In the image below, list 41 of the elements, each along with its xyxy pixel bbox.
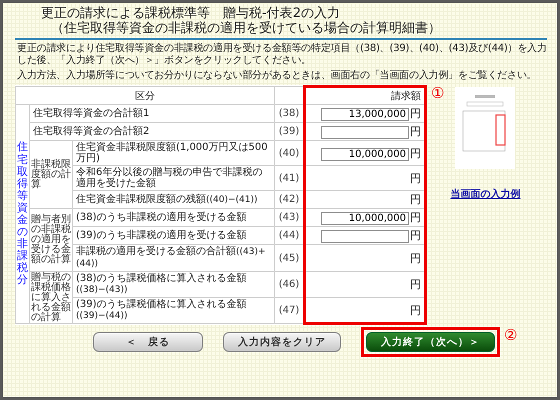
instruction-text: 更正の請求により住宅取得等資金の非課税の適用を受ける金額等の特定項目（(38)、(39)、(40)、(43)及び(44)）を入力した後、「入力終了（次へ）＞」ボタンをクリックしてください。 — [16, 43, 547, 67]
unit-label: 円 — [410, 211, 421, 224]
unit-label: 円 — [410, 229, 421, 242]
amount-field[interactable] — [321, 126, 409, 139]
row-label: 住宅取得等資金の合計額2 — [30, 122, 274, 140]
amount-field[interactable] — [321, 230, 409, 243]
row-label: 住宅取得等資金の合計額1 — [30, 104, 274, 122]
unit-label: 円 — [410, 146, 421, 160]
row-label: 令和6年分以後の贈与税の申告で非課税の適用を受けた金額 — [72, 166, 274, 190]
row-label: (38)のうち課税価格に算入される金額 ((38)−(43)) — [72, 272, 274, 298]
group-label: 非課税限度額の計算 — [30, 140, 72, 208]
amount-field[interactable]: 13,000,000 — [321, 108, 409, 121]
group-label: 贈与者別の非課税の適用を受ける金額の計算 — [30, 208, 72, 272]
clear-button[interactable]: 入力内容をクリア — [223, 332, 341, 352]
instruction-text: 入力方法、入力場所等についてお分かりにならない部分があるときは、画面右の「当画面の入力例」をご覧ください。 — [16, 70, 538, 82]
unit-label: 円 — [410, 107, 421, 120]
unit-label: 円 — [410, 193, 421, 206]
row-label: (39)のうち非課税の適用を受ける金額 — [72, 226, 274, 244]
example-link[interactable]: 当画面の入力例 — [450, 187, 520, 201]
unit-label: 円 — [410, 252, 421, 264]
amount-field[interactable]: 10,000,000 — [321, 148, 409, 160]
row-label: (39)のうち課税価格に算入される金額 ((39)−(44)) — [72, 298, 274, 324]
page-title: （住宅取得等資金の非課税の適用を受けている場合の計算明細書） — [50, 21, 442, 36]
amount-field[interactable]: 10,000,000 — [321, 212, 409, 225]
row-label: 非課税の適用を受ける金額の合計額((43)+(44)) — [72, 244, 274, 272]
callout-number: ② — [504, 327, 518, 343]
callout-number: ① — [431, 85, 444, 104]
row-label: (38)のうち非課税の適用を受ける金額 — [72, 208, 274, 226]
group-label: 贈与税の課税価格に算入される金額の計算 — [30, 272, 72, 324]
page-title: 更正の請求による課税標準等 贈与税-付表2の入力 — [41, 6, 341, 21]
column-header: 請求額 — [304, 86, 426, 104]
row-label: 住宅資金非課税限度額の残額((40)−(41)) — [72, 190, 274, 208]
back-button[interactable]: ＜ 戻る — [93, 332, 203, 352]
next-button[interactable]: 入力終了（次へ）＞ — [366, 332, 495, 352]
column-header: 区分 — [16, 86, 274, 104]
row-label: 住宅資金非課税限度額(1,000万円又は500万円) — [72, 140, 274, 166]
unit-label: 円 — [410, 172, 421, 184]
unit-label: 円 — [410, 125, 421, 138]
section-label: 住宅取得等資金の非課税分 — [16, 104, 30, 324]
unit-label: 円 — [410, 278, 421, 291]
unit-label: 円 — [410, 304, 421, 316]
